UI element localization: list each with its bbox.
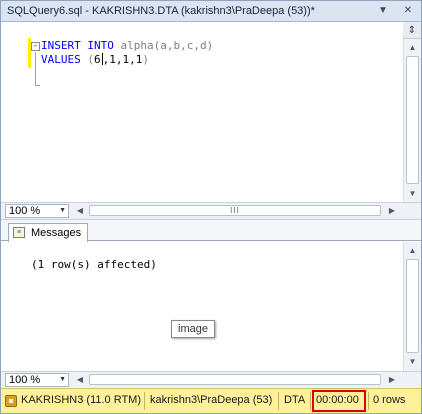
values-close-paren: ) bbox=[142, 53, 149, 66]
editor-zoom-select[interactable]: 100 % ▼ bbox=[5, 204, 69, 218]
document-tab-titlebar[interactable]: SQLQuery6.sql - KAKRISHN3.DTA (kakrishn3… bbox=[1, 1, 421, 22]
value-before-caret: 6 bbox=[94, 53, 101, 66]
scroll-down-icon[interactable]: ▼ bbox=[405, 186, 420, 201]
messages-horizontal-bar: 100 % ▼ ◀ ▶ bbox=[1, 371, 421, 388]
scroll-left-icon[interactable]: ◀ bbox=[73, 373, 87, 387]
scroll-left-icon[interactable]: ◀ bbox=[73, 204, 87, 218]
tab-messages-label: Messages bbox=[31, 227, 82, 239]
chevron-down-icon[interactable]: ▼ bbox=[376, 4, 390, 18]
status-divider bbox=[368, 392, 369, 410]
chevron-down-icon: ▼ bbox=[59, 376, 66, 383]
query-editor-window: SQLQuery6.sql - KAKRISHN3.DTA (kakrishn3… bbox=[0, 0, 422, 414]
scroll-right-icon[interactable]: ▶ bbox=[385, 373, 399, 387]
close-icon[interactable]: ✕ bbox=[401, 4, 415, 18]
split-icon[interactable]: ⇕ bbox=[403, 22, 421, 39]
status-server: KAKRISHN3 (11.0 RTM) bbox=[21, 394, 142, 406]
status-database: DTA bbox=[284, 394, 306, 406]
scroll-up-icon[interactable]: ▲ bbox=[405, 243, 420, 258]
status-user: kakrishn3\PraDeepa (53) bbox=[150, 394, 273, 406]
messages-scroll-thumb[interactable] bbox=[406, 259, 419, 353]
editor-scroll-thumb[interactable] bbox=[406, 56, 419, 184]
chevron-down-icon: ▼ bbox=[59, 207, 66, 214]
scroll-right-icon[interactable]: ▶ bbox=[385, 204, 399, 218]
keyword-values: VALUES bbox=[41, 53, 81, 66]
status-divider bbox=[144, 392, 145, 410]
elapsed-time-highlight bbox=[312, 390, 366, 412]
editor-hscroll-thumb[interactable]: III bbox=[89, 205, 381, 216]
server-icon bbox=[5, 395, 17, 407]
document-title: SQLQuery6.sql - KAKRISHN3.DTA (kakrishn3… bbox=[7, 5, 315, 17]
values-open-paren: ( bbox=[87, 53, 94, 66]
status-divider bbox=[278, 392, 279, 410]
rows-affected-message: (1 row(s) affected) bbox=[31, 258, 157, 271]
keyword-into: INTO bbox=[87, 39, 114, 52]
sql-code[interactable]: INSERT INTO alpha(a,b,c,d) VALUES (6,1,1… bbox=[41, 39, 213, 67]
scroll-down-icon[interactable]: ▼ bbox=[405, 354, 420, 369]
editor-horizontal-bar: 100 % ▼ ◀ III ▶ bbox=[1, 202, 421, 219]
values-list: ,1,1,1 bbox=[102, 53, 143, 66]
keyword-insert: INSERT bbox=[41, 39, 81, 52]
image-tooltip: image bbox=[171, 320, 215, 338]
editor-vertical-scrollbar[interactable]: ▲ ▼ bbox=[403, 39, 421, 202]
outline-line-end bbox=[35, 85, 40, 86]
outline-line bbox=[35, 52, 36, 86]
results-tabstrip: ≡ Messages bbox=[1, 219, 421, 243]
tab-messages[interactable]: ≡ Messages bbox=[8, 223, 88, 243]
collapse-region-icon[interactable]: - bbox=[31, 42, 40, 51]
sql-editor[interactable]: - INSERT INTO alpha(a,b,c,d) VALUES (6,1… bbox=[1, 22, 403, 202]
messages-icon: ≡ bbox=[13, 227, 25, 238]
messages-vertical-scrollbar[interactable]: ▲ ▼ bbox=[403, 242, 421, 371]
editor-zoom-value: 100 % bbox=[9, 205, 41, 217]
table-and-columns: alpha(a,b,c,d) bbox=[120, 39, 214, 52]
messages-zoom-select[interactable]: 100 % ▼ bbox=[5, 373, 69, 387]
status-bar: KAKRISHN3 (11.0 RTM) kakrishn3\PraDeepa … bbox=[1, 388, 421, 413]
messages-pane[interactable]: (1 row(s) affected) image bbox=[1, 242, 403, 371]
messages-hscroll-thumb[interactable] bbox=[89, 374, 381, 385]
scroll-up-icon[interactable]: ▲ bbox=[405, 40, 420, 55]
status-divider bbox=[310, 392, 311, 410]
messages-zoom-value: 100 % bbox=[9, 374, 41, 386]
status-rows: 0 rows bbox=[373, 394, 406, 406]
